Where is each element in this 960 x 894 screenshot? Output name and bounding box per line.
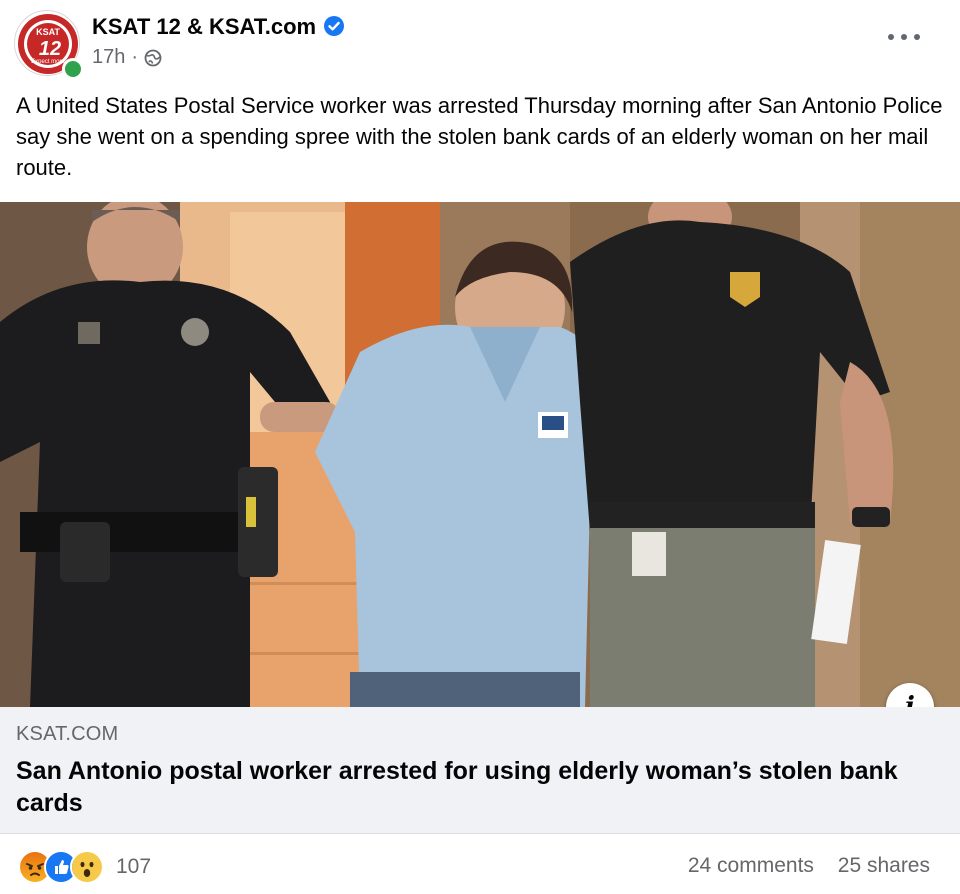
arrest-photo-image bbox=[0, 202, 960, 707]
link-preview-card[interactable]: KSAT.COM San Antonio postal worker arres… bbox=[0, 707, 960, 834]
more-dot-icon bbox=[888, 34, 894, 40]
reaction-count[interactable]: 107 bbox=[116, 855, 151, 879]
engagement-bar: 107 24 comments 25 shares bbox=[0, 834, 960, 894]
globe-icon bbox=[144, 49, 162, 66]
more-dot-icon bbox=[901, 34, 907, 40]
meta-separator: · bbox=[131, 46, 139, 68]
page-name-text[interactable]: KSAT 12 & KSAT.com bbox=[92, 14, 316, 39]
engagement-stats: 24 comments 25 shares bbox=[670, 854, 930, 878]
avatar-tagline: Expect more bbox=[31, 59, 65, 65]
comments-count[interactable]: 24 comments bbox=[688, 854, 814, 877]
page-name[interactable]: KSAT 12 & KSAT.com bbox=[92, 14, 345, 40]
link-title[interactable]: San Antonio postal worker arrested for u… bbox=[16, 755, 936, 819]
avatar-brand-text: KSAT bbox=[36, 27, 60, 37]
more-options-button[interactable] bbox=[888, 26, 920, 48]
online-status-dot bbox=[62, 58, 84, 80]
post-caption: A United States Postal Service worker wa… bbox=[16, 93, 943, 180]
shares-count[interactable]: 25 shares bbox=[838, 854, 930, 877]
avatar-channel-number: 12 bbox=[39, 38, 61, 60]
reaction-summary[interactable]: 107 bbox=[18, 850, 151, 884]
post-meta: 17h · bbox=[92, 46, 162, 69]
post-photo[interactable] bbox=[0, 202, 960, 707]
wow-reaction-icon bbox=[70, 850, 104, 884]
post-timestamp[interactable]: 17h bbox=[92, 46, 125, 69]
more-dot-icon bbox=[914, 34, 920, 40]
post-header: KSAT 12 Expect more KSAT 12 & KSAT.com 1… bbox=[0, 0, 960, 86]
verified-badge-icon bbox=[324, 16, 345, 36]
link-domain: KSAT.COM bbox=[16, 723, 119, 745]
